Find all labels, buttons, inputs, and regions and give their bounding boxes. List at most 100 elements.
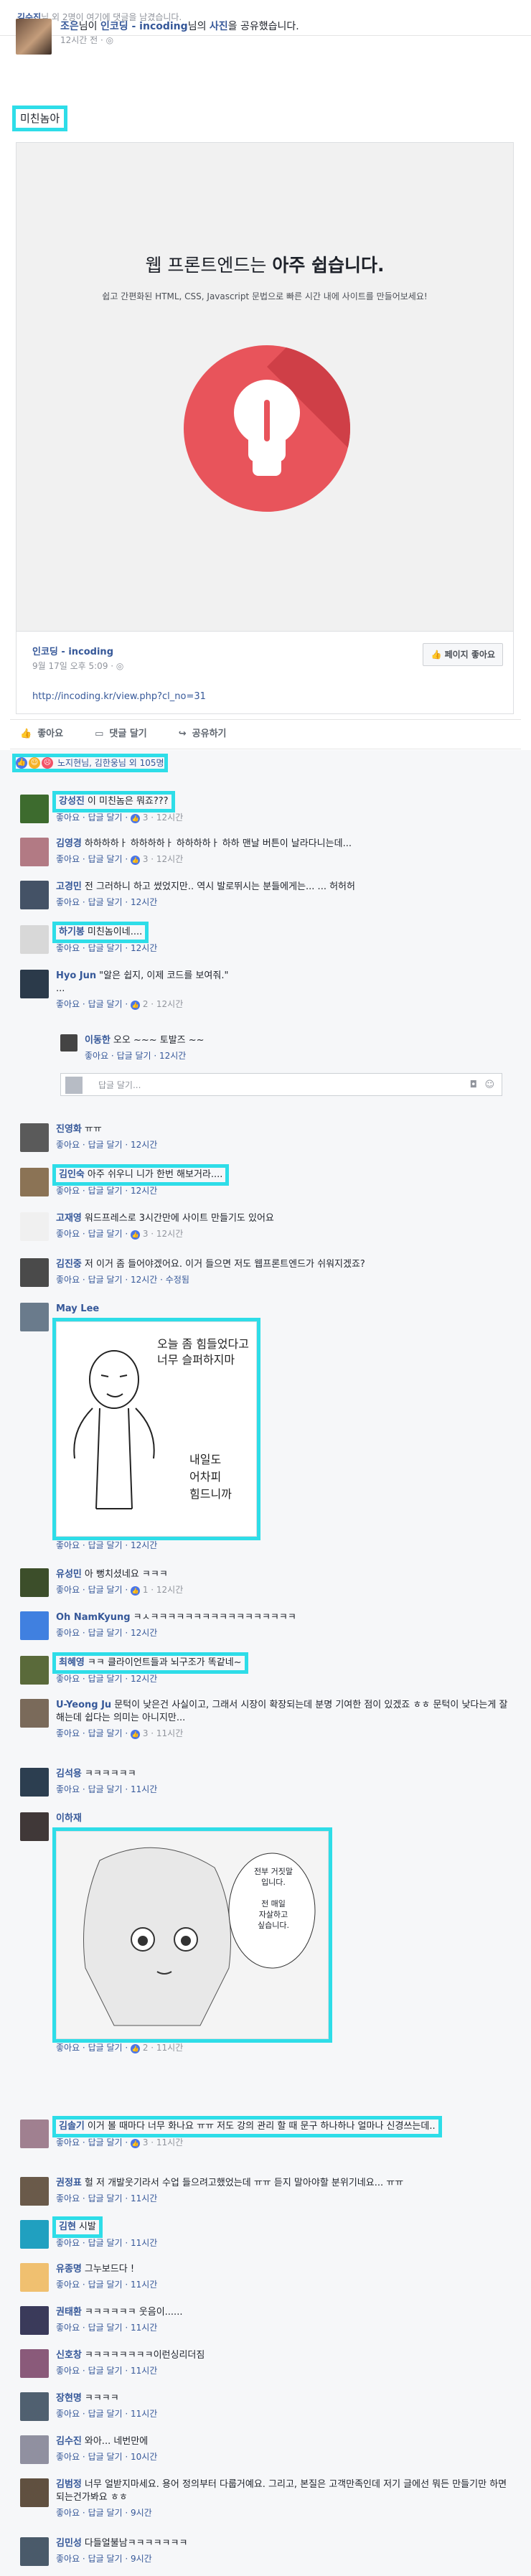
emoji-icon[interactable]: ☺ [484, 1079, 494, 1092]
comment-actions[interactable]: 좋아요 · 답글 달기 · 12시간 [56, 1628, 157, 1638]
reaction-text[interactable]: 노지현님, 김한웅님 외 105명 [57, 757, 164, 769]
commenter-avatar[interactable] [20, 1568, 49, 1597]
like-page-button[interactable]: 👍 페이지 좋아요 [423, 643, 503, 666]
shared-image-preview[interactable]: 웹 프론트엔드는 아주 쉽습니다. 쉽고 간편화된 HTML, CSS, Jav… [16, 142, 514, 632]
commenter-name[interactable]: 장현명 [56, 2393, 82, 2404]
reply-input[interactable]: 답글 달기... ◘ ☺ [60, 1073, 502, 1096]
commenter-name[interactable]: 신호창 [56, 2350, 82, 2361]
commenter-avatar[interactable] [20, 795, 49, 823]
comment-actions[interactable]: 좋아요 · 답글 달기 · 12시간 [56, 1674, 157, 1684]
commenter-name[interactable]: 김민성 [56, 2538, 82, 2549]
commenter-name[interactable]: 권태환 [56, 2307, 82, 2318]
commenter-name[interactable]: 김범정 [56, 2479, 82, 2490]
commenter-name[interactable]: 김수진 [56, 2436, 82, 2447]
comment-actions[interactable]: 좋아요 · 답글 달기 · 11시간 [56, 2409, 157, 2419]
comment-actions[interactable]: 좋아요 · 답글 달기 · 12시간 [56, 897, 157, 907]
commenter-name[interactable]: Oh NamKyung [56, 1612, 131, 1623]
comment-actions[interactable]: 좋아요 · 답글 달기 · [56, 2137, 131, 2148]
commenter-name[interactable]: 김솔기 [59, 2121, 85, 2132]
comment-like-count[interactable]: 👍 2 [130, 999, 148, 1010]
comment-actions[interactable]: 좋아요 · 답글 달기 · 12시간 [56, 1140, 157, 1150]
commenter-name[interactable]: 김현 [59, 2221, 76, 2232]
link-page-name[interactable]: 인코딩 - incoding [32, 646, 113, 659]
commenter-avatar[interactable] [20, 2478, 49, 2507]
commenter-name[interactable]: 진영화 [56, 1124, 82, 1135]
reaction-summary[interactable]: 👍 ☺ ☹ 노지현님, 김한웅님 외 105명 [12, 753, 168, 773]
comment-like-count[interactable]: 👍 2 [130, 2043, 148, 2053]
commenter-avatar[interactable] [20, 2392, 49, 2421]
commenter-avatar[interactable] [20, 1699, 49, 1728]
comment-button[interactable]: ▭ 댓글 달기 [95, 728, 147, 741]
commenter-avatar[interactable] [20, 2120, 49, 2148]
commenter-name[interactable]: 강성진 [59, 796, 85, 807]
commenter-name[interactable]: 고경민 [56, 881, 82, 892]
commenter-name[interactable]: 하기봉 [59, 927, 85, 937]
commenter-name[interactable]: 김영경 [56, 838, 82, 849]
comment-actions[interactable]: 좋아요 · 답글 달기 · 12시간 · 수정됨 [56, 1275, 189, 1285]
comment-actions[interactable]: 좋아요 · 답글 달기 · 12시간 [56, 1540, 157, 1550]
comment-actions[interactable]: 좋아요 · 답글 달기 · 11시간 [56, 2193, 157, 2203]
commenter-avatar[interactable] [20, 970, 49, 998]
comment-like-count[interactable]: 👍 3 [130, 1728, 148, 1739]
comment-actions[interactable]: 좋아요 · 답글 달기 · 11시간 [56, 1784, 157, 1794]
comment-actions[interactable]: 좋아요 · 답글 달기 · [56, 999, 131, 1009]
comment-like-count[interactable]: 👍 3 [130, 2137, 148, 2148]
comment-actions[interactable]: 좋아요 · 답글 달기 · 11시간 [56, 2280, 157, 2290]
commenter-avatar[interactable] [20, 1123, 49, 1152]
commenter-name[interactable]: 이동한 [85, 1035, 111, 1046]
commenter-name[interactable]: 김진중 [56, 1259, 82, 1270]
commenter-name[interactable]: Hyo Jun [56, 970, 96, 981]
comment-like-count[interactable]: 👍 3 [130, 812, 148, 823]
commenter-avatar[interactable] [20, 881, 49, 909]
commenter-name[interactable]: 최혜영 [59, 1657, 85, 1668]
commenter-avatar[interactable] [20, 2537, 49, 2566]
post-author[interactable]: 조은 [60, 21, 79, 32]
like-button[interactable]: 👍 좋아요 [20, 728, 63, 741]
comment-actions[interactable]: 좋아요 · 답글 달기 · [56, 812, 131, 823]
commenter-avatar[interactable] [20, 838, 49, 866]
comment-like-count[interactable]: 👍 1 [130, 1585, 148, 1596]
commenter-avatar[interactable] [20, 2306, 49, 2335]
comment-actions[interactable]: 좋아요 · 답글 달기 · 12시간 [56, 943, 157, 953]
commenter-avatar[interactable] [20, 2263, 49, 2292]
comment-actions[interactable]: 좋아요 · 답글 달기 · [56, 854, 131, 864]
comment-actions[interactable]: 좋아요 · 답글 달기 · 11시간 [56, 2238, 157, 2248]
commenter-avatar[interactable] [20, 2220, 49, 2249]
commenter-avatar[interactable] [20, 1303, 49, 1331]
commenter-avatar[interactable] [20, 1258, 49, 1287]
comment-actions[interactable]: 좋아요 · 답글 달기 · [56, 1229, 131, 1239]
commenter-name[interactable]: 유종명 [56, 2264, 82, 2275]
comment-actions[interactable]: 좋아요 · 답글 달기 · 11시간 [56, 2366, 157, 2376]
comment-actions[interactable]: 좋아요 · 답글 달기 · 9시간 [56, 2508, 152, 2518]
comment-actions[interactable]: 좋아요 · 답글 달기 · 12시간 [56, 1186, 157, 1196]
comment-image-comic[interactable]: 오늘 좀 힘들었다고 너무 슬퍼하지마 내일도 어차피 힘드니까 [52, 1318, 260, 1540]
comment-like-count[interactable]: 👍 3 [130, 1229, 148, 1240]
commenter-avatar[interactable] [60, 1034, 77, 1052]
comment-actions[interactable]: 좋아요 · 답글 달기 · [56, 1585, 131, 1595]
commenter-name[interactable]: 유성민 [56, 1569, 82, 1580]
commenter-avatar[interactable] [20, 2435, 49, 2464]
commenter-avatar[interactable] [20, 925, 49, 954]
commenter-name[interactable]: 이하재 [56, 1813, 82, 1824]
commenter-name[interactable]: 권정표 [56, 2178, 82, 2188]
comment-actions[interactable]: 좋아요 · 답글 달기 · 11시간 [56, 2323, 157, 2333]
commenter-avatar[interactable] [20, 2349, 49, 2378]
commenter-name[interactable]: U-Yeong Ju [56, 1700, 111, 1710]
commenter-name[interactable]: 김인숙 [59, 1169, 85, 1180]
link-attachment[interactable]: 인코딩 - incoding 9월 17일 오후 5:09 · ◎ http:/… [16, 632, 514, 714]
comment-actions[interactable]: 좋아요 · 답글 달기 · [56, 1728, 131, 1738]
comment-actions[interactable]: 좋아요 · 답글 달기 · [56, 2043, 131, 2053]
commenter-avatar[interactable] [20, 1212, 49, 1241]
commenter-avatar[interactable] [20, 1656, 49, 1685]
commenter-avatar[interactable] [20, 1768, 49, 1797]
camera-icon[interactable]: ◘ [470, 1079, 477, 1092]
commenter-avatar[interactable] [20, 2177, 49, 2206]
post-photo-link[interactable]: 사진 [210, 21, 228, 32]
post-page-link[interactable]: 인코딩 - incoding [100, 21, 188, 32]
comment-actions[interactable]: 좋아요 · 답글 달기 · 10시간 [56, 2452, 157, 2462]
commenter-name[interactable]: 고재영 [56, 1213, 82, 1224]
comment-actions[interactable]: 좋아요 · 답글 달기 · 12시간 [85, 1051, 186, 1061]
comment-actions[interactable]: 좋아요 · 답글 달기 · 9시간 [56, 2554, 152, 2564]
link-url[interactable]: http://incoding.kr/view.php?cl_no=31 [32, 690, 206, 703]
commenter-avatar[interactable] [20, 1168, 49, 1196]
